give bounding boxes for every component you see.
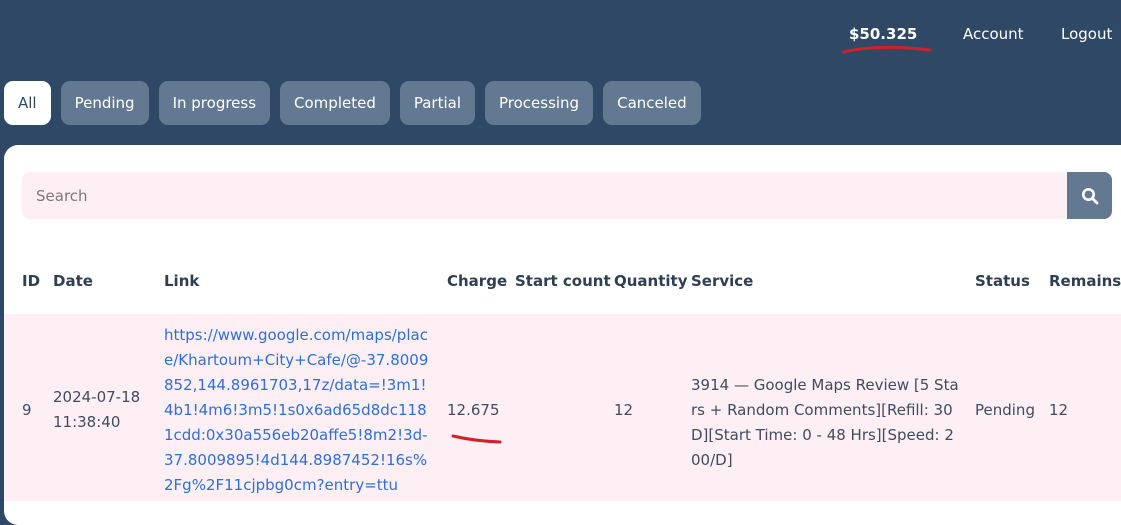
tab-completed[interactable]: Completed: [280, 81, 390, 125]
red-annotation-underline: [451, 434, 502, 444]
order-date-day: 2024-07-18: [53, 388, 141, 406]
column-header-status: Status: [975, 272, 1030, 290]
search-input[interactable]: [22, 172, 1067, 219]
column-header-quantity: Quantity: [614, 272, 688, 290]
order-link[interactable]: https://www.google.com/maps/place/Kharto…: [164, 326, 428, 494]
order-charge: 12.675: [447, 401, 500, 419]
tab-pending[interactable]: Pending: [60, 81, 149, 125]
tab-all[interactable]: All: [4, 81, 51, 125]
status-filter-tabs: All Pending In progress Completed Partia…: [4, 81, 701, 125]
order-date: 2024-07-18 11:38:40: [53, 385, 153, 435]
tab-processing[interactable]: Processing: [484, 81, 594, 125]
column-header-id: ID: [22, 272, 41, 290]
order-link-cell: https://www.google.com/maps/place/Kharto…: [164, 323, 432, 498]
column-header-link: Link: [164, 272, 200, 290]
nav-account-link[interactable]: Account: [963, 25, 1024, 43]
red-annotation-underline: [842, 45, 932, 54]
order-service: 3914 — Google Maps Review [5 Stars + Ran…: [691, 376, 959, 469]
column-header-charge: Charge: [447, 272, 508, 290]
search-icon: [1081, 187, 1098, 204]
order-remains: 12: [1049, 401, 1069, 419]
nav-logout-link[interactable]: Logout: [1061, 25, 1112, 43]
column-header-date: Date: [53, 272, 93, 290]
top-nav: $50.325 Account Logout: [0, 0, 1121, 72]
tab-canceled[interactable]: Canceled: [603, 81, 701, 125]
tab-partial[interactable]: Partial: [399, 81, 475, 125]
order-id: 9: [22, 401, 32, 419]
column-header-remains: Remains: [1049, 272, 1121, 290]
search-button[interactable]: [1067, 172, 1112, 219]
order-date-time: 11:38:40: [53, 413, 121, 431]
column-header-service: Service: [691, 272, 754, 290]
order-quantity: 12: [614, 401, 634, 419]
search-bar: [22, 172, 1112, 219]
status-badge: Pending: [975, 401, 1035, 419]
column-header-start-count: Start count: [515, 272, 611, 290]
tab-in-progress[interactable]: In progress: [158, 81, 271, 125]
